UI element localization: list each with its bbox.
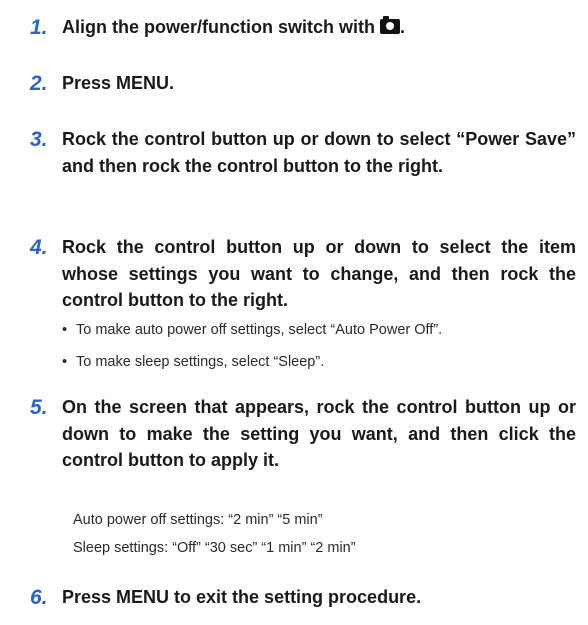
step-text: Press MENU to exit the setting procedure… (62, 587, 422, 607)
bullet-marker: • (62, 322, 68, 338)
step-number: 6. (30, 586, 48, 609)
step-text: Rock the control button up or down to se… (62, 237, 576, 310)
step-5-note: Sleep settings: “Off” “30 sec” “1 min” “… (73, 540, 356, 556)
step-number: 2. (30, 72, 48, 95)
step-1-text: Align the power/function switch with (62, 17, 375, 37)
step-number: 3. (30, 128, 48, 151)
step-text: On the screen that appears, rock the con… (62, 397, 576, 470)
step-number: 4. (30, 236, 48, 259)
step-text: Align the power/function switch with. (62, 14, 576, 41)
bullet-text: To make auto power off settings, select … (76, 322, 443, 338)
step-number: 1. (30, 16, 48, 39)
step-text: Press MENU. (62, 73, 175, 93)
bullet-text: To make sleep settings, select “Sleep”. (76, 354, 325, 370)
step-5-note: Auto power off settings: “2 min” “5 min” (73, 512, 323, 528)
step-1-suffix: . (400, 17, 406, 37)
step-text: Rock the control button up or down to se… (62, 129, 576, 176)
step-number: 5. (30, 396, 48, 419)
bullet-item: • To make sleep settings, select “Sleep”. (62, 352, 582, 372)
camera-mode-icon (380, 16, 400, 34)
bullet-item: • To make auto power off settings, select… (62, 320, 582, 340)
bullet-marker: • (62, 354, 68, 370)
